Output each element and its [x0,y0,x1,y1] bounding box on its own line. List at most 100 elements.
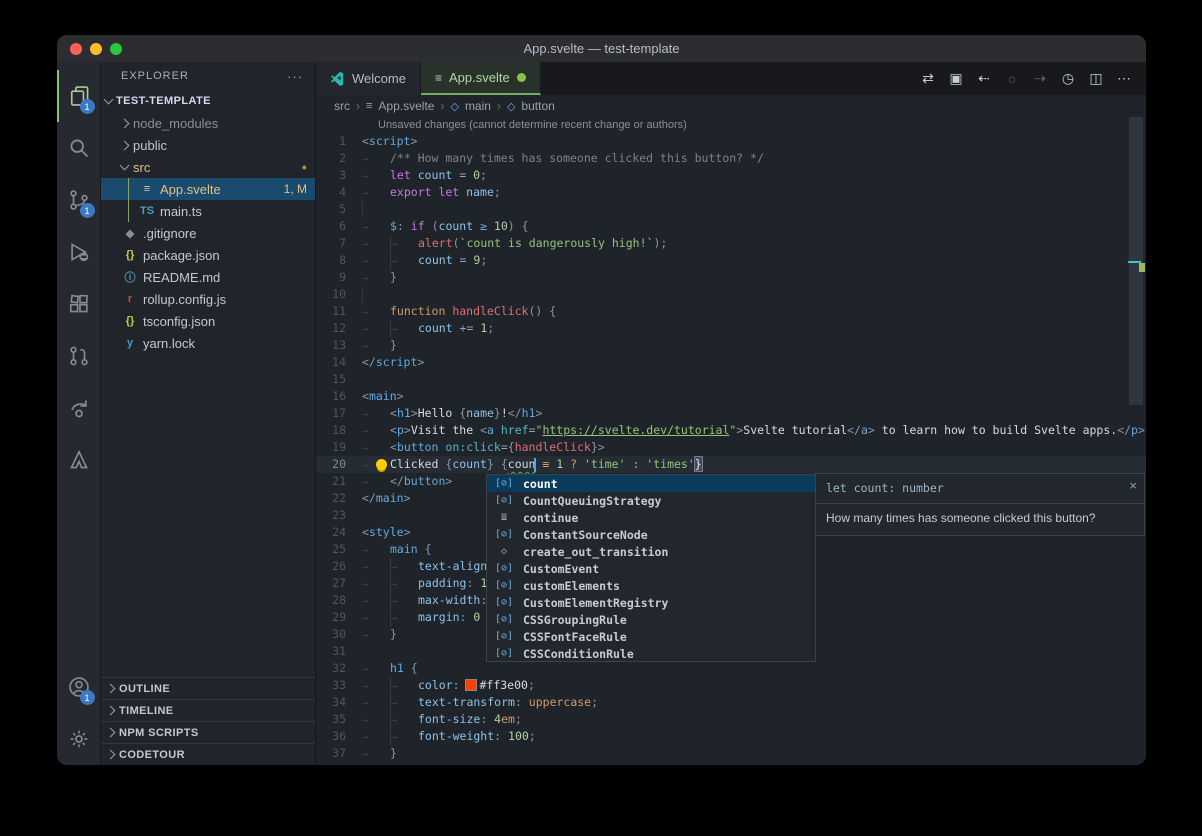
file-tree-item-node-modules[interactable]: node_modules [101,112,315,134]
code-line-15[interactable]: 15 [316,371,1146,388]
code-line-3[interactable]: 3let count = 0; [316,167,1146,184]
suggestion-constantsourcenode[interactable]: [⊘]ConstantSourceNode [487,526,815,543]
compare-changes-icon[interactable]: ⇄ [916,67,940,91]
activity-item-live-share[interactable] [57,382,101,434]
file-tree-item--gitignore[interactable]: ◆.gitignore [101,222,315,244]
explorer-more-actions-icon[interactable]: ··· [287,69,303,84]
azure-icon [68,449,90,471]
breadcrumb-item-button[interactable]: button [521,99,554,113]
split-editor-icon[interactable]: ◫ [1084,67,1108,91]
code-line-20[interactable]: 20Clicked {count} {coun ≡ 1 ? 'time' : '… [316,456,1146,473]
line-number: 5 [316,201,362,218]
file-tree-item-main-ts[interactable]: TSmain.ts [101,200,315,222]
activity-item-explorer[interactable]: 1 [57,70,101,122]
panel-header-timeline[interactable]: TIMELINE [101,699,315,721]
code-line-7[interactable]: 7alert(`count is dangerously high!`); [316,235,1146,252]
code-line-5[interactable]: 5 [316,201,1146,218]
suggestion-label: CustomEvent [523,562,599,576]
code-line-33[interactable]: 33color: #ff3e00; [316,677,1146,694]
suggestion-customevent[interactable]: [⊘]CustomEvent [487,560,815,577]
file-history-icon[interactable]: ◷ [1056,67,1080,91]
code-line-36[interactable]: 36font-weight: 100; [316,728,1146,745]
code-line-19[interactable]: 19<button on:click={handleClick}> [316,439,1146,456]
code-line-34[interactable]: 34text-transform: uppercase; [316,694,1146,711]
code-line-2[interactable]: 2/** How many times has someone clicked … [316,150,1146,167]
line-number: 25 [316,541,362,558]
code-line-6[interactable]: 6$: if (count ≥ 10) { [316,218,1146,235]
panel-header-npm-scripts[interactable]: NPM SCRIPTS [101,721,315,743]
line-number: 15 [316,371,362,388]
previous-change-icon[interactable]: ⇠ [972,67,996,91]
file-icon: y [122,337,138,349]
suggestion-count[interactable]: [⊘]count [487,475,815,492]
suggestion-label: CSSGroupingRule [523,613,627,627]
activity-item-accounts[interactable]: 1 [57,661,101,713]
suggestion-label: CustomElementRegistry [523,596,668,610]
panel-title: TIMELINE [119,705,174,717]
panel-header-outline[interactable]: OUTLINE [101,677,315,699]
code-line-12[interactable]: 12count += 1; [316,320,1146,337]
suggestion-create_out_transition[interactable]: ◇create_out_transition [487,543,815,560]
file-tree-item-rollup-config-js[interactable]: rrollup.config.js [101,288,315,310]
code-line-14[interactable]: 14</script> [316,354,1146,371]
code-line-18[interactable]: 18<p>Visit the <a href="https://svelte.d… [316,422,1146,439]
file-tree-item-yarn-lock[interactable]: yyarn.lock [101,332,315,354]
file-tree-item-public[interactable]: public [101,134,315,156]
project-root-folder[interactable]: TEST-TEMPLATE [101,90,315,112]
symbol-element-icon: ◇ [450,100,458,113]
breadcrumb-item-src[interactable]: src [334,99,350,113]
more-actions-icon[interactable]: ⋯ [1112,67,1136,91]
close-icon[interactable]: × [1129,478,1137,493]
code-line-35[interactable]: 35font-size: 4em; [316,711,1146,728]
open-changes-icon[interactable]: ▣ [944,67,968,91]
code-line-8[interactable]: 8count = 9; [316,252,1146,269]
breadcrumb-item-app-svelte[interactable]: App.svelte [378,99,434,113]
file-tree-item-src[interactable]: src● [101,156,315,178]
activity-item-extensions[interactable] [57,278,101,330]
file-tree-item-package-json[interactable]: {}package.json [101,244,315,266]
explorer-sidebar: EXPLORER ··· TEST-TEMPLATE node_modulesp… [101,62,316,765]
code-line-10[interactable]: 10 [316,286,1146,303]
lightbulb-icon[interactable] [376,459,387,470]
line-number: 17 [316,405,362,422]
code-line-37[interactable]: 37} [316,745,1146,762]
git-status-badge: 1, M [284,182,307,196]
file-tree: node_modulespublicsrc●≡App.svelte1, MTSm… [101,112,315,354]
code-line-11[interactable]: 11function handleClick() { [316,303,1146,320]
code-line-4[interactable]: 4export let name; [316,184,1146,201]
suggestion-countqueuingstrategy[interactable]: [⊘]CountQueuingStrategy [487,492,815,509]
code-line-1[interactable]: 1<script> [316,133,1146,150]
suggestion-customelementregistry[interactable]: [⊘]CustomElementRegistry [487,594,815,611]
suggestion-continue[interactable]: ≣continue [487,509,815,526]
panel-header-codetour[interactable]: CODETOUR [101,743,315,765]
activity-item-settings[interactable] [57,713,101,765]
suggestion-label: create_out_transition [523,545,668,559]
chevron-right-icon [106,750,116,760]
code-line-32[interactable]: 32h1 { [316,660,1146,677]
suggestion-cssgroupingrule[interactable]: [⊘]CSSGroupingRule [487,611,815,628]
suggestion-label: customElements [523,579,620,593]
breadcrumb-item-main[interactable]: main [465,99,491,113]
file-tree-item-app-svelte[interactable]: ≡App.svelte1, M [101,178,315,200]
symbol-keyword-icon: ≣ [491,512,517,523]
activity-item-pull-requests[interactable] [57,330,101,382]
code-line-16[interactable]: 16<main> [316,388,1146,405]
activity-item-search[interactable] [57,122,101,174]
line-content: <p>Visit the <a href="https://svelte.dev… [362,422,1146,439]
code-line-17[interactable]: 17<h1>Hello {name}!</h1> [316,405,1146,422]
suggestion-customelements[interactable]: [⊘]customElements [487,577,815,594]
extensions-icon [68,293,90,315]
tab-app-svelte[interactable]: ≡ App.svelte [421,62,541,95]
activity-item-run-debug[interactable] [57,226,101,278]
tab-welcome[interactable]: Welcome [316,62,421,95]
code-line-9[interactable]: 9} [316,269,1146,286]
suggestion-cssfontfacerule[interactable]: [⊘]CSSFontFaceRule [487,628,815,645]
suggestion-cssconditionrule[interactable]: [⊘]CSSConditionRule [487,645,815,662]
chevron-right-icon [120,118,130,128]
file-tree-item-readme-md[interactable]: ⓘREADME.md [101,266,315,288]
code-editor[interactable]: Unsaved changes (cannot determine recent… [316,117,1146,765]
file-tree-item-tsconfig-json[interactable]: {}tsconfig.json [101,310,315,332]
code-line-13[interactable]: 13} [316,337,1146,354]
activity-item-azure[interactable] [57,434,101,486]
activity-item-source-control[interactable]: 1 [57,174,101,226]
